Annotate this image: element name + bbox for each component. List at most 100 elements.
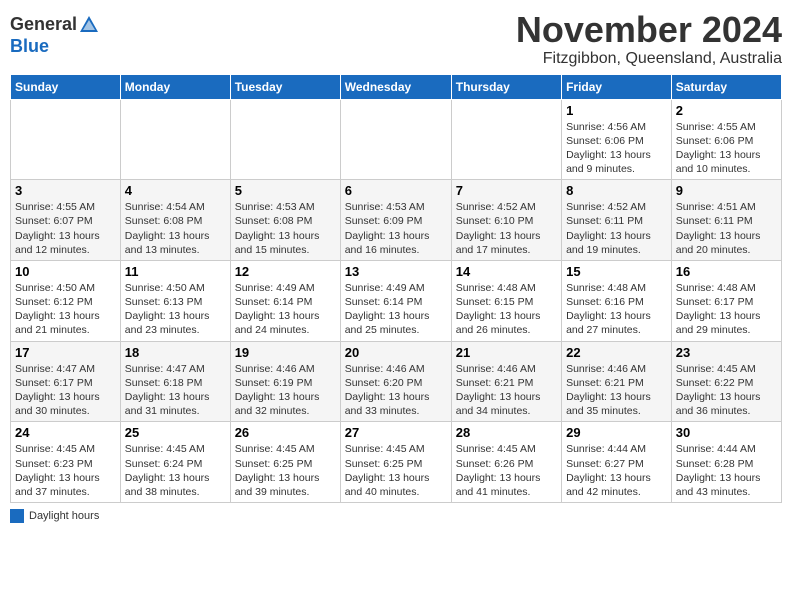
day-number: 12 (235, 264, 336, 279)
header: General Blue November 2024 Fitzgibbon, Q… (10, 10, 782, 68)
day-info: Sunrise: 4:53 AM Sunset: 6:08 PM Dayligh… (235, 200, 336, 257)
day-number: 22 (566, 345, 667, 360)
calendar-cell: 10Sunrise: 4:50 AM Sunset: 6:12 PM Dayli… (11, 260, 121, 341)
day-info: Sunrise: 4:53 AM Sunset: 6:09 PM Dayligh… (345, 200, 447, 257)
calendar-cell: 19 Sunrise: 4:46 AM Sunset: 6:19 PM Dayli… (230, 341, 340, 422)
day-info: Sunrise: 4:52 AM Sunset: 6:11 PM Dayligh… (566, 200, 667, 257)
day-info: Sunrise: 4:44 AM Sunset: 6:28 PM Dayligh… (676, 442, 777, 499)
logo-general: General (10, 14, 77, 34)
calendar-cell: 12 Sunrise: 4:49 AM Sunset: 6:14 PM Dayli… (230, 260, 340, 341)
calendar-cell: 26 Sunrise: 4:45 AM Sunset: 6:25 PM Dayli… (230, 422, 340, 503)
day-number: 17 (15, 345, 116, 360)
day-number: 19 (235, 345, 336, 360)
day-number: 10 (15, 264, 116, 279)
legend: Daylight hours (10, 509, 782, 523)
day-info: Sunrise: 4:49 AM Sunset: 6:14 PM Dayligh… (345, 281, 447, 338)
day-info: Sunrise: 4:49 AM Sunset: 6:14 PM Dayligh… (235, 281, 336, 338)
day-number: 25 (125, 425, 226, 440)
calendar-cell: 1 Sunrise: 4:56 AM Sunset: 6:06 PM Daylig… (562, 99, 672, 180)
logo-blue: Blue (10, 36, 100, 58)
calendar-cell: 9 Sunrise: 4:51 AM Sunset: 6:11 PM Daylig… (671, 180, 781, 261)
calendar-cell: 11Sunrise: 4:50 AM Sunset: 6:13 PM Dayli… (120, 260, 230, 341)
calendar-cell: 14 Sunrise: 4:48 AM Sunset: 6:15 PM Dayli… (451, 260, 561, 341)
location-subtitle: Fitzgibbon, Queensland, Australia (516, 50, 782, 68)
day-info: Sunrise: 4:45 AM Sunset: 6:25 PM Dayligh… (235, 442, 336, 499)
day-info: Sunrise: 4:55 AM Sunset: 6:06 PM Dayligh… (676, 120, 777, 177)
calendar-cell: 27Sunrise: 4:45 AM Sunset: 6:25 PM Dayli… (340, 422, 451, 503)
column-header-wednesday: Wednesday (340, 74, 451, 99)
calendar-cell: 7 Sunrise: 4:52 AM Sunset: 6:10 PM Daylig… (451, 180, 561, 261)
calendar-cell (230, 99, 340, 180)
calendar-cell: 4 Sunrise: 4:54 AM Sunset: 6:08 PM Daylig… (120, 180, 230, 261)
logo: General Blue (10, 14, 100, 58)
day-number: 2 (676, 103, 777, 118)
day-info: Sunrise: 4:45 AM Sunset: 6:22 PM Dayligh… (676, 362, 777, 419)
day-number: 30 (676, 425, 777, 440)
day-info: Sunrise: 4:45 AM Sunset: 6:24 PM Dayligh… (125, 442, 226, 499)
day-number: 20 (345, 345, 447, 360)
calendar-cell: 30 Sunrise: 4:44 AM Sunset: 6:28 PM Dayli… (671, 422, 781, 503)
day-info: Sunrise: 4:48 AM Sunset: 6:15 PM Dayligh… (456, 281, 557, 338)
day-number: 7 (456, 183, 557, 198)
calendar-cell: 25 Sunrise: 4:45 AM Sunset: 6:24 PM Dayli… (120, 422, 230, 503)
calendar-cell: 23Sunrise: 4:45 AM Sunset: 6:22 PM Dayli… (671, 341, 781, 422)
day-info: Sunrise: 4:47 AM Sunset: 6:17 PM Dayligh… (15, 362, 116, 419)
column-header-saturday: Saturday (671, 74, 781, 99)
calendar-cell: 21 Sunrise: 4:46 AM Sunset: 6:21 PM Dayli… (451, 341, 561, 422)
calendar-cell: 17 Sunrise: 4:47 AM Sunset: 6:17 PM Dayli… (11, 341, 121, 422)
day-info: Sunrise: 4:56 AM Sunset: 6:06 PM Dayligh… (566, 120, 667, 177)
calendar-cell: 2 Sunrise: 4:55 AM Sunset: 6:06 PM Daylig… (671, 99, 781, 180)
day-info: Sunrise: 4:46 AM Sunset: 6:19 PM Dayligh… (235, 362, 336, 419)
calendar-cell: 20 Sunrise: 4:46 AM Sunset: 6:20 PM Dayli… (340, 341, 451, 422)
day-number: 3 (15, 183, 116, 198)
day-number: 15 (566, 264, 667, 279)
day-info: Sunrise: 4:51 AM Sunset: 6:11 PM Dayligh… (676, 200, 777, 257)
day-number: 21 (456, 345, 557, 360)
day-number: 28 (456, 425, 557, 440)
legend-label: Daylight hours (29, 510, 99, 522)
title-area: November 2024 Fitzgibbon, Queensland, Au… (516, 10, 782, 68)
day-info: Sunrise: 4:48 AM Sunset: 6:16 PM Dayligh… (566, 281, 667, 338)
day-info: Sunrise: 4:48 AM Sunset: 6:17 PM Dayligh… (676, 281, 777, 338)
column-header-friday: Friday (562, 74, 672, 99)
day-number: 16 (676, 264, 777, 279)
column-header-sunday: Sunday (11, 74, 121, 99)
month-title: November 2024 (516, 10, 782, 50)
calendar-table: SundayMondayTuesdayWednesdayThursdayFrid… (10, 74, 782, 503)
day-info: Sunrise: 4:50 AM Sunset: 6:13 PM Dayligh… (125, 281, 226, 338)
day-number: 26 (235, 425, 336, 440)
calendar-cell: 22 Sunrise: 4:46 AM Sunset: 6:21 PM Dayli… (562, 341, 672, 422)
calendar-cell: 16 Sunrise: 4:48 AM Sunset: 6:17 PM Dayli… (671, 260, 781, 341)
day-info: Sunrise: 4:46 AM Sunset: 6:20 PM Dayligh… (345, 362, 447, 419)
calendar-cell: 29 Sunrise: 4:44 AM Sunset: 6:27 PM Dayli… (562, 422, 672, 503)
day-info: Sunrise: 4:44 AM Sunset: 6:27 PM Dayligh… (566, 442, 667, 499)
day-info: Sunrise: 4:54 AM Sunset: 6:08 PM Dayligh… (125, 200, 226, 257)
day-number: 24 (15, 425, 116, 440)
day-number: 5 (235, 183, 336, 198)
day-number: 9 (676, 183, 777, 198)
day-number: 1 (566, 103, 667, 118)
day-number: 4 (125, 183, 226, 198)
calendar-cell (11, 99, 121, 180)
calendar-cell: 24 Sunrise: 4:45 AM Sunset: 6:23 PM Dayli… (11, 422, 121, 503)
day-info: Sunrise: 4:46 AM Sunset: 6:21 PM Dayligh… (566, 362, 667, 419)
day-number: 13 (345, 264, 447, 279)
column-header-thursday: Thursday (451, 74, 561, 99)
day-number: 14 (456, 264, 557, 279)
calendar-cell: 18Sunrise: 4:47 AM Sunset: 6:18 PM Dayli… (120, 341, 230, 422)
day-info: Sunrise: 4:52 AM Sunset: 6:10 PM Dayligh… (456, 200, 557, 257)
calendar-cell: 8 Sunrise: 4:52 AM Sunset: 6:11 PM Daylig… (562, 180, 672, 261)
calendar-cell: 13 Sunrise: 4:49 AM Sunset: 6:14 PM Dayli… (340, 260, 451, 341)
day-info: Sunrise: 4:46 AM Sunset: 6:21 PM Dayligh… (456, 362, 557, 419)
calendar-cell: 28Sunrise: 4:45 AM Sunset: 6:26 PM Dayli… (451, 422, 561, 503)
day-info: Sunrise: 4:45 AM Sunset: 6:23 PM Dayligh… (15, 442, 116, 499)
calendar-cell: 5 Sunrise: 4:53 AM Sunset: 6:08 PM Daylig… (230, 180, 340, 261)
calendar-cell: 15 Sunrise: 4:48 AM Sunset: 6:16 PM Dayli… (562, 260, 672, 341)
column-header-monday: Monday (120, 74, 230, 99)
day-number: 29 (566, 425, 667, 440)
day-info: Sunrise: 4:55 AM Sunset: 6:07 PM Dayligh… (15, 200, 116, 257)
day-info: Sunrise: 4:45 AM Sunset: 6:25 PM Dayligh… (345, 442, 447, 499)
calendar-cell: 3 Sunrise: 4:55 AM Sunset: 6:07 PM Daylig… (11, 180, 121, 261)
day-number: 8 (566, 183, 667, 198)
calendar-cell (451, 99, 561, 180)
